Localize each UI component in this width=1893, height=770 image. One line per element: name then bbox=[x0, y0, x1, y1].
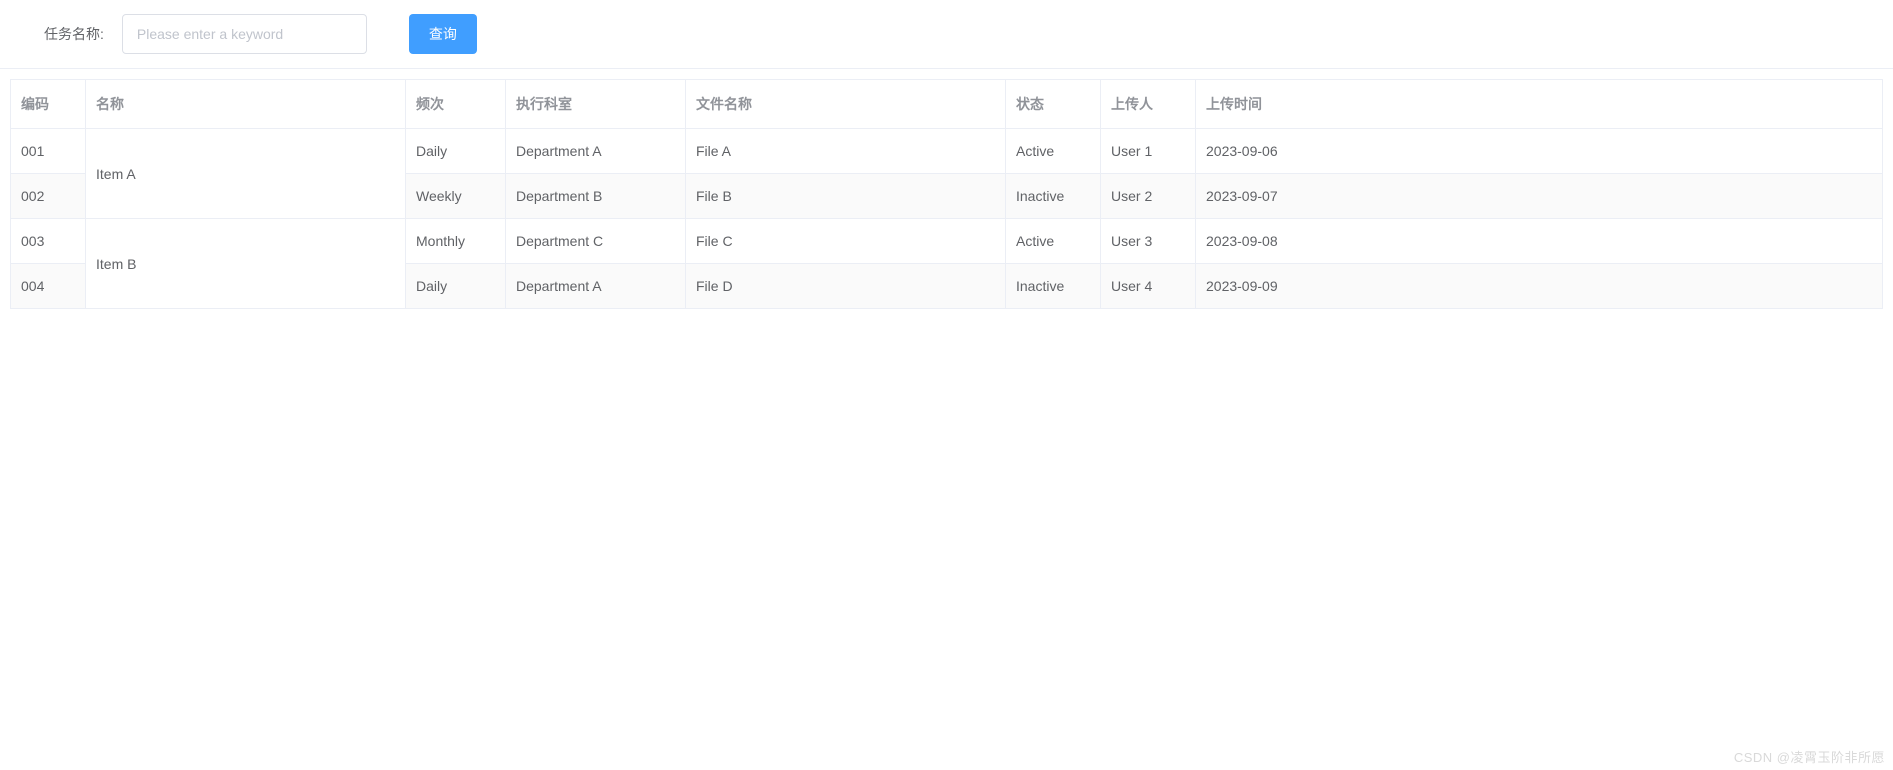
search-input[interactable] bbox=[122, 14, 367, 54]
cell-code: 001 bbox=[11, 129, 86, 174]
cell-freq: Daily bbox=[406, 129, 506, 174]
cell-upload-time: 2023-09-08 bbox=[1196, 219, 1883, 264]
cell-code: 003 bbox=[11, 219, 86, 264]
header-freq: 频次 bbox=[406, 80, 506, 129]
header-upload-time: 上传时间 bbox=[1196, 80, 1883, 129]
cell-freq: Daily bbox=[406, 264, 506, 309]
watermark: CSDN @凌霄玉阶非所愿 bbox=[1734, 747, 1885, 766]
cell-status: Active bbox=[1006, 219, 1101, 264]
cell-upload-time: 2023-09-09 bbox=[1196, 264, 1883, 309]
table-header-row: 编码 名称 频次 执行科室 文件名称 状态 上传人 上传时间 bbox=[11, 80, 1883, 129]
cell-dept: Department B bbox=[506, 174, 686, 219]
table-row: 003Item BMonthlyDepartment CFile CActive… bbox=[11, 219, 1883, 264]
cell-status: Inactive bbox=[1006, 264, 1101, 309]
cell-upload-time: 2023-09-07 bbox=[1196, 174, 1883, 219]
cell-code: 004 bbox=[11, 264, 86, 309]
cell-status: Inactive bbox=[1006, 174, 1101, 219]
cell-uploader: User 3 bbox=[1101, 219, 1196, 264]
data-table: 编码 名称 频次 执行科室 文件名称 状态 上传人 上传时间 001Item A… bbox=[10, 79, 1883, 309]
cell-upload-time: 2023-09-06 bbox=[1196, 129, 1883, 174]
cell-name: Item A bbox=[86, 129, 406, 219]
cell-uploader: User 1 bbox=[1101, 129, 1196, 174]
cell-dept: Department A bbox=[506, 129, 686, 174]
header-uploader: 上传人 bbox=[1101, 80, 1196, 129]
cell-uploader: User 4 bbox=[1101, 264, 1196, 309]
header-status: 状态 bbox=[1006, 80, 1101, 129]
header-dept: 执行科室 bbox=[506, 80, 686, 129]
header-code: 编码 bbox=[11, 80, 86, 129]
search-bar: 任务名称: 查询 bbox=[0, 0, 1893, 69]
header-file: 文件名称 bbox=[686, 80, 1006, 129]
cell-name: Item B bbox=[86, 219, 406, 309]
search-button[interactable]: 查询 bbox=[409, 14, 477, 54]
cell-freq: Monthly bbox=[406, 219, 506, 264]
cell-uploader: User 2 bbox=[1101, 174, 1196, 219]
table-row: 001Item ADailyDepartment AFile AActiveUs… bbox=[11, 129, 1883, 174]
cell-code: 002 bbox=[11, 174, 86, 219]
cell-status: Active bbox=[1006, 129, 1101, 174]
table-container: 编码 名称 频次 执行科室 文件名称 状态 上传人 上传时间 001Item A… bbox=[0, 69, 1893, 309]
search-label: 任务名称: bbox=[44, 24, 104, 44]
header-name: 名称 bbox=[86, 80, 406, 129]
cell-dept: Department C bbox=[506, 219, 686, 264]
cell-dept: Department A bbox=[506, 264, 686, 309]
cell-file: File D bbox=[686, 264, 1006, 309]
cell-freq: Weekly bbox=[406, 174, 506, 219]
cell-file: File B bbox=[686, 174, 1006, 219]
cell-file: File C bbox=[686, 219, 1006, 264]
cell-file: File A bbox=[686, 129, 1006, 174]
